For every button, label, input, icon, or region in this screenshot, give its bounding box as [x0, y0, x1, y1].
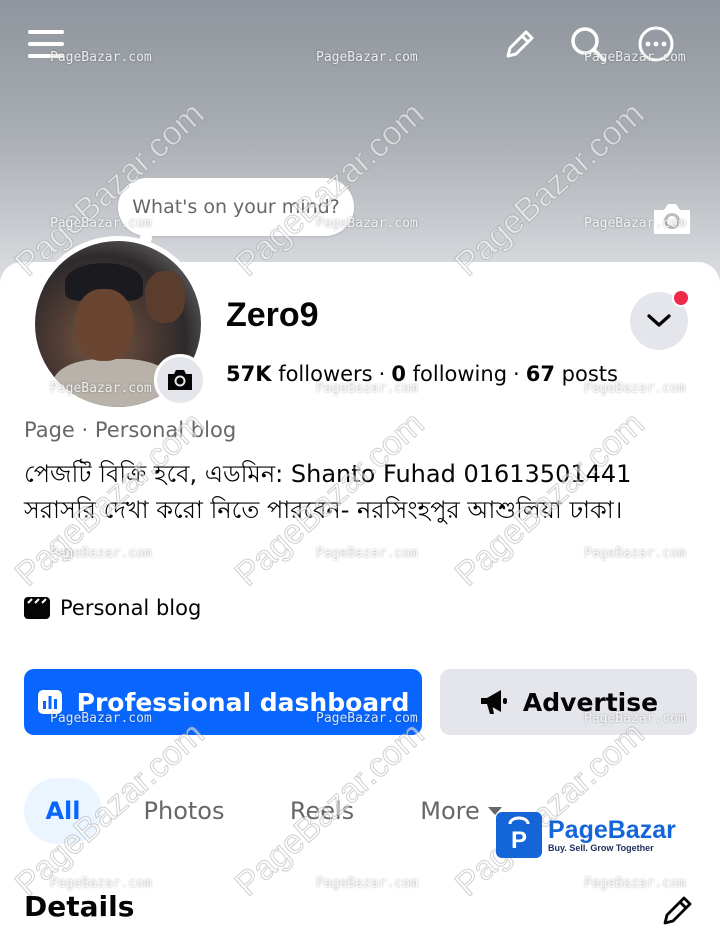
shopping-bag-icon: P [496, 812, 542, 858]
details-heading: Details [24, 890, 135, 923]
brand-name: PageBazar [548, 816, 676, 844]
following-label: following [412, 362, 508, 386]
advertise-button[interactable]: Advertise [440, 669, 697, 735]
tab-photos-label: Photos [143, 797, 225, 825]
advertise-label: Advertise [522, 687, 659, 717]
menu-icon[interactable] [24, 22, 68, 66]
brand-tagline: Buy. Sell. Grow Together [548, 843, 654, 853]
pagebazar-logo: P PageBazar Buy. Sell. Grow Together [496, 812, 676, 858]
dashboard-icon [37, 690, 62, 714]
following-stat[interactable]: 0 following [391, 362, 507, 386]
followers-count: 57K [226, 362, 272, 386]
edit-icon[interactable] [498, 22, 542, 66]
tab-more-label: More [420, 797, 480, 825]
tab-photos[interactable]: Photos [138, 778, 230, 844]
page-name: Zero9 [226, 296, 319, 334]
page-category: Page · Personal blog [24, 418, 237, 442]
notification-dot [672, 289, 690, 307]
chevron-down-icon [647, 314, 671, 327]
page-bio: পেজটি বিক্রি হবে, এডমিন: Shanto Fuhad 01… [24, 460, 632, 524]
pencil-icon[interactable] [660, 892, 698, 930]
megaphone-icon [480, 690, 507, 714]
tab-reels[interactable]: Reels [284, 778, 360, 844]
svg-text:P: P [511, 827, 527, 854]
followers-stat[interactable]: 57K followers [226, 362, 373, 386]
composer-bubble[interactable]: What's on your mind? [118, 178, 354, 244]
tab-all[interactable]: All [24, 778, 102, 844]
clapper-icon [24, 597, 50, 619]
tab-all-label: All [45, 797, 81, 825]
posts-count: 67 [525, 362, 555, 386]
posts-stat[interactable]: 67 posts [526, 362, 618, 386]
professional-dashboard-button[interactable]: Professional dashboard [24, 669, 422, 735]
search-icon[interactable] [566, 22, 610, 66]
following-count: 0 [391, 362, 406, 386]
page-type-row[interactable]: Personal blog [24, 596, 201, 620]
camera-icon[interactable] [650, 200, 694, 238]
followers-label: followers [278, 362, 373, 386]
posts-label: posts [561, 362, 618, 386]
profile-stats: 57K followers · 0 following · 67 posts [226, 362, 618, 386]
page-type-label: Personal blog [60, 596, 202, 620]
dashboard-label: Professional dashboard [76, 687, 410, 717]
tab-reels-label: Reels [289, 797, 355, 825]
composer-placeholder: What's on your mind? [132, 196, 340, 218]
camera-icon[interactable] [154, 354, 206, 406]
more-icon[interactable] [634, 22, 678, 66]
